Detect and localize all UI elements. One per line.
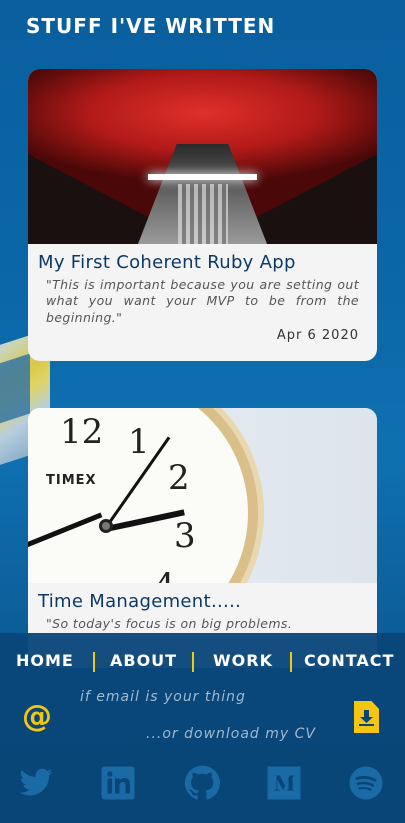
clock-brand: TIMEX: [46, 473, 97, 488]
nav-contact[interactable]: CONTACT: [304, 651, 394, 670]
clock-number: 2: [168, 458, 190, 498]
page-title: STUFF I'VE WRITTEN: [26, 14, 276, 38]
spotify-icon[interactable]: [348, 765, 384, 801]
nav-home[interactable]: HOME: [16, 651, 74, 670]
footer: HOME ABOUT WORK CONTACT @ if email is yo…: [0, 633, 405, 823]
github-icon[interactable]: [184, 765, 220, 801]
post-excerpt: "This is important because you are setti…: [46, 277, 359, 325]
nav-work[interactable]: WORK: [213, 651, 273, 670]
post-excerpt: "So today's focus is on big problems.: [46, 616, 293, 631]
main-nav: HOME ABOUT WORK CONTACT: [0, 651, 405, 675]
post-card[interactable]: 12 1 2 3 4 TIMEX Time Management….. "So …: [28, 408, 377, 668]
social-links: [0, 765, 405, 801]
clock-number: 4: [154, 566, 176, 583]
at-sign-icon[interactable]: @: [20, 700, 54, 734]
clock-number: 1: [128, 422, 150, 462]
post-title[interactable]: My First Coherent Ruby App: [28, 244, 377, 273]
post-title[interactable]: Time Management…..: [28, 583, 377, 612]
nav-about[interactable]: ABOUT: [110, 651, 177, 670]
post-date: Apr 6 2020: [276, 328, 359, 343]
subway-station-image[interactable]: [28, 69, 377, 244]
clock-face: 12 1 2 3 4 TIMEX: [28, 408, 258, 583]
clock-number: 12: [60, 412, 104, 452]
medium-icon[interactable]: [266, 765, 302, 801]
nav-separator: [290, 652, 292, 672]
clock-hub: [99, 519, 113, 533]
nav-separator: [93, 652, 95, 672]
hand-tail: [28, 512, 103, 551]
clock-number: 3: [174, 516, 196, 556]
twitter-icon[interactable]: [18, 765, 54, 801]
post-card[interactable]: My First Coherent Ruby App "This is impo…: [28, 69, 377, 361]
email-link-text[interactable]: if email is your thing: [80, 689, 246, 705]
nav-separator: [192, 652, 194, 672]
file-download-icon[interactable]: [354, 701, 379, 733]
clock-image[interactable]: 12 1 2 3 4 TIMEX: [28, 408, 377, 583]
linkedin-icon[interactable]: [100, 765, 136, 801]
cv-link-text[interactable]: ...or download my CV: [146, 726, 316, 742]
